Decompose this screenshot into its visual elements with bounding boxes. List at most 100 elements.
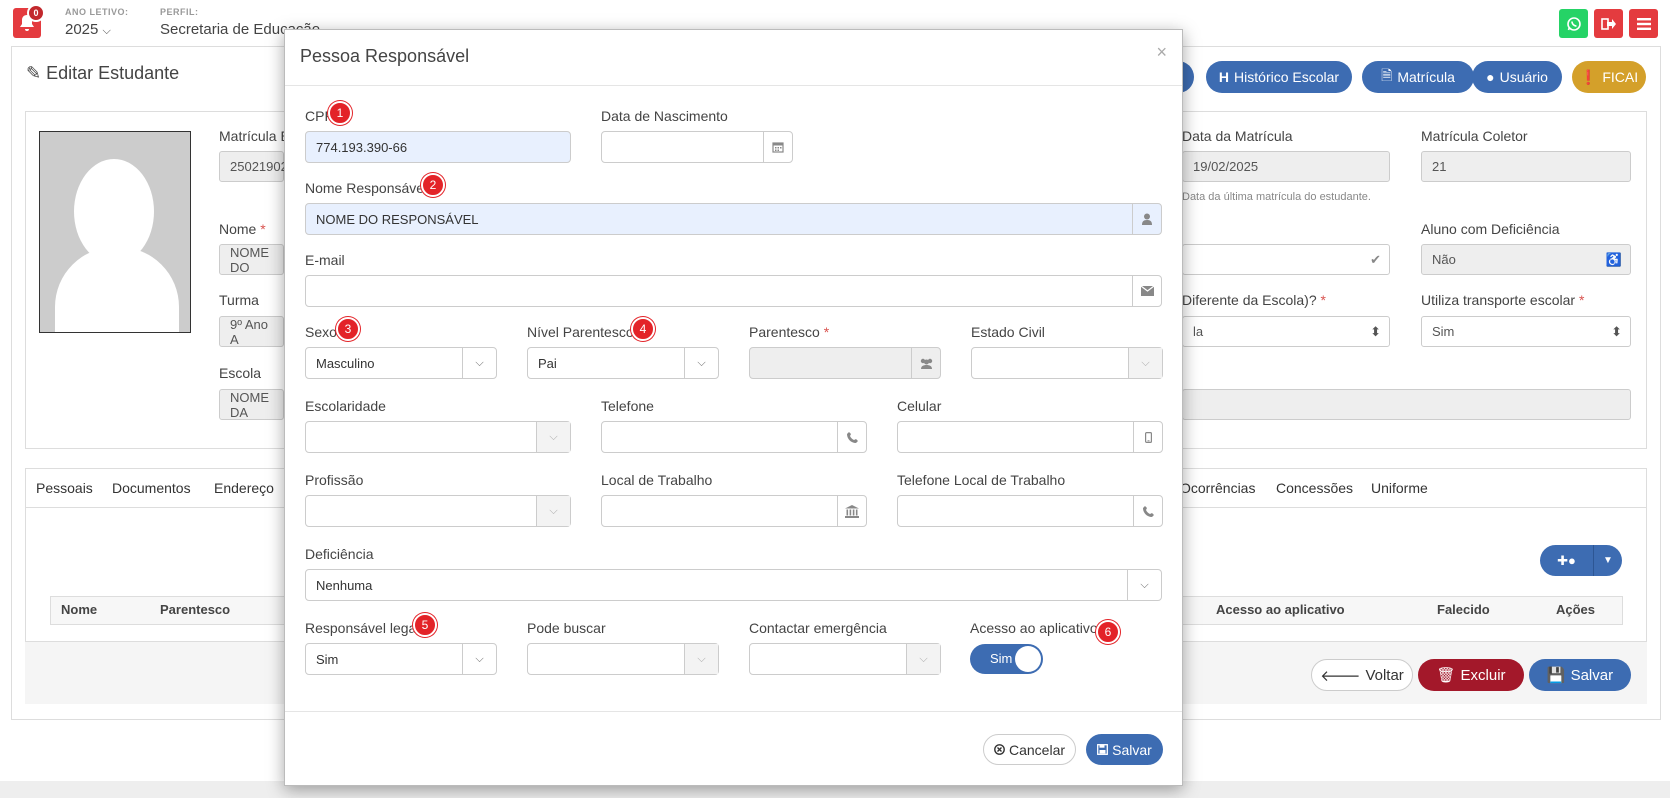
chevron-down-icon: ⌵ xyxy=(684,644,718,674)
data-nascimento-label: Data de Nascimento xyxy=(601,108,728,124)
file-icon: 🗎 xyxy=(1381,67,1393,83)
escola-field[interactable]: NOME DA xyxy=(219,389,284,420)
diferente-escola-select[interactable]: la ⬍ xyxy=(1182,316,1390,347)
salvar-estudante-button[interactable]: 💾 Salvar xyxy=(1529,659,1631,691)
edit-icon: ✎ xyxy=(26,63,42,83)
chevron-down-icon: ⌵ xyxy=(536,422,570,452)
data-matricula-help: Data da última matrícula do estudante. xyxy=(1182,191,1371,203)
aluno-deficiencia-field[interactable]: Não ♿ xyxy=(1421,244,1631,275)
acesso-aplicativo-label: Acesso ao aplicativo xyxy=(970,620,1098,636)
nivel-parentesco-select[interactable]: Pai ⌵ xyxy=(527,347,719,379)
nome-responsavel-input[interactable]: NOME DO RESPONSÁVEL xyxy=(305,203,1162,235)
hidden-select-field[interactable]: ✔ xyxy=(1182,244,1390,275)
nivel-parentesco-value: Pai xyxy=(538,355,557,371)
escolaridade-select[interactable]: ⌵ xyxy=(305,421,571,453)
chevron-down-icon: ⌵ xyxy=(462,348,496,378)
chevron-down-icon: ⌵ xyxy=(906,644,940,674)
matricula-coletor-label: Matrícula Coletor xyxy=(1421,128,1528,144)
cpf-input[interactable]: 774.193.390-66 xyxy=(305,131,571,163)
cancelar-label: Cancelar xyxy=(1008,741,1066,758)
envelope-icon xyxy=(1132,276,1161,306)
tab-ocorrencias[interactable]: Ocorrências xyxy=(1180,480,1255,496)
calendar-icon[interactable] xyxy=(763,132,792,162)
responsavel-legal-value: Sim xyxy=(316,651,339,667)
tab-documentos[interactable]: Documentos xyxy=(112,480,191,496)
step-badge-2: 2 xyxy=(421,173,445,197)
th-nome: Nome xyxy=(61,602,98,617)
transporte-select[interactable]: Sim ⬍ xyxy=(1421,316,1631,347)
chevron-down-icon: ⌵ xyxy=(462,644,496,674)
usuario-button[interactable]: ● Usuário xyxy=(1472,61,1562,93)
nome-field[interactable]: NOME DO xyxy=(219,244,284,275)
sexo-select[interactable]: Masculino ⌵ xyxy=(305,347,497,379)
parentesco-input[interactable] xyxy=(749,347,941,379)
ficai-button[interactable]: ❗ FICAI xyxy=(1572,61,1646,93)
tab-uniforme[interactable]: Uniforme xyxy=(1371,480,1428,496)
logout-button[interactable] xyxy=(1594,9,1623,38)
nome-responsavel-value: NOME DO RESPONSÁVEL xyxy=(316,211,479,227)
whatsapp-button[interactable] xyxy=(1559,9,1588,38)
student-photo[interactable] xyxy=(39,131,191,333)
chevron-down-icon: ⌵ xyxy=(1127,570,1161,600)
close-icon[interactable]: × xyxy=(1156,42,1167,63)
chevron-down-icon: ⌵ xyxy=(536,496,570,526)
step-badge-6: 6 xyxy=(1096,620,1120,644)
excluir-button[interactable]: 🗑 Excluir xyxy=(1418,659,1524,691)
aluno-deficiencia-label: Aluno com Deficiência xyxy=(1421,221,1560,237)
page-title-text: Editar Estudante xyxy=(46,63,180,83)
email-input[interactable] xyxy=(305,275,1162,307)
cancelar-button[interactable]: Cancelar xyxy=(983,734,1076,765)
sexo-value: Masculino xyxy=(316,355,375,371)
email-label: E-mail xyxy=(305,252,345,268)
matricula-button[interactable]: 🗎 Matrícula xyxy=(1362,61,1474,93)
local-trabalho-input[interactable] xyxy=(601,495,867,527)
matricula-label: Matrícula xyxy=(1397,69,1455,85)
acesso-aplicativo-toggle[interactable]: Sim xyxy=(970,644,1043,674)
data-matricula-field[interactable]: 19/02/2025 xyxy=(1182,151,1390,182)
ano-letivo-select[interactable]: 2025 ⌵ xyxy=(65,21,111,38)
bank-icon xyxy=(837,496,866,526)
contactar-emergencia-select[interactable]: ⌵ xyxy=(749,643,941,675)
escola-right-field[interactable] xyxy=(1182,389,1631,420)
excluir-label: Excluir xyxy=(1460,666,1506,684)
pode-buscar-select[interactable]: ⌵ xyxy=(527,643,719,675)
data-nascimento-input[interactable] xyxy=(601,131,793,163)
contactar-emergencia-label: Contactar emergência xyxy=(749,620,887,636)
phone-icon xyxy=(837,422,866,452)
telefone-trabalho-input[interactable] xyxy=(897,495,1163,527)
parentesco-label: Parentesco * xyxy=(749,324,830,340)
salvar-button[interactable]: Salvar xyxy=(1086,734,1163,765)
historico-escolar-label: Histórico Escolar xyxy=(1234,69,1340,85)
chevron-down-icon: ⌵ xyxy=(1128,348,1162,378)
add-user-icon[interactable]: ✚● xyxy=(1540,545,1594,576)
caret-down-icon[interactable]: ▼ xyxy=(1594,545,1622,576)
escolaridade-label: Escolaridade xyxy=(305,398,386,414)
tab-endereco[interactable]: Endereço xyxy=(214,480,274,496)
nome-label: Nome * xyxy=(219,221,266,237)
acesso-aplicativo-value: Sim xyxy=(990,651,1013,666)
deficiencia-select[interactable]: Nenhuma ⌵ xyxy=(305,569,1162,601)
whatsapp-icon xyxy=(1566,16,1582,32)
tab-pessoais[interactable]: Pessoais xyxy=(36,480,93,496)
add-responsavel-button-group[interactable]: ✚● ▼ xyxy=(1540,545,1622,576)
diferente-escola-label: Diferente da Escola)? * xyxy=(1182,292,1326,308)
historico-escolar-button[interactable]: H Histórico Escolar xyxy=(1206,61,1352,93)
tab-concessoes[interactable]: Concessões xyxy=(1276,480,1353,496)
menu-button[interactable] xyxy=(1629,9,1658,38)
ficai-label: FICAI xyxy=(1602,69,1639,85)
modal-header-divider xyxy=(285,85,1182,86)
matricula-coletor-field[interactable]: 21 xyxy=(1421,151,1631,182)
th-parentesco: Parentesco xyxy=(160,602,231,617)
th-acesso-aplicativo: Acesso ao aplicativo xyxy=(1216,602,1345,617)
responsavel-legal-select[interactable]: Sim ⌵ xyxy=(305,643,497,675)
trash-icon: 🗑 xyxy=(1436,667,1456,684)
estado-civil-select[interactable]: ⌵ xyxy=(971,347,1163,379)
turma-field[interactable]: 9º Ano A xyxy=(219,316,284,347)
celular-input[interactable] xyxy=(897,421,1163,453)
profissao-select[interactable]: ⌵ xyxy=(305,495,571,527)
toggle-knob xyxy=(1015,646,1041,672)
voltar-button[interactable]: 🡐 Voltar xyxy=(1311,659,1413,691)
telefone-input[interactable] xyxy=(601,421,867,453)
salvar-estudante-label: Salvar xyxy=(1570,666,1614,684)
matricula-field[interactable]: 25021902 xyxy=(219,151,288,182)
